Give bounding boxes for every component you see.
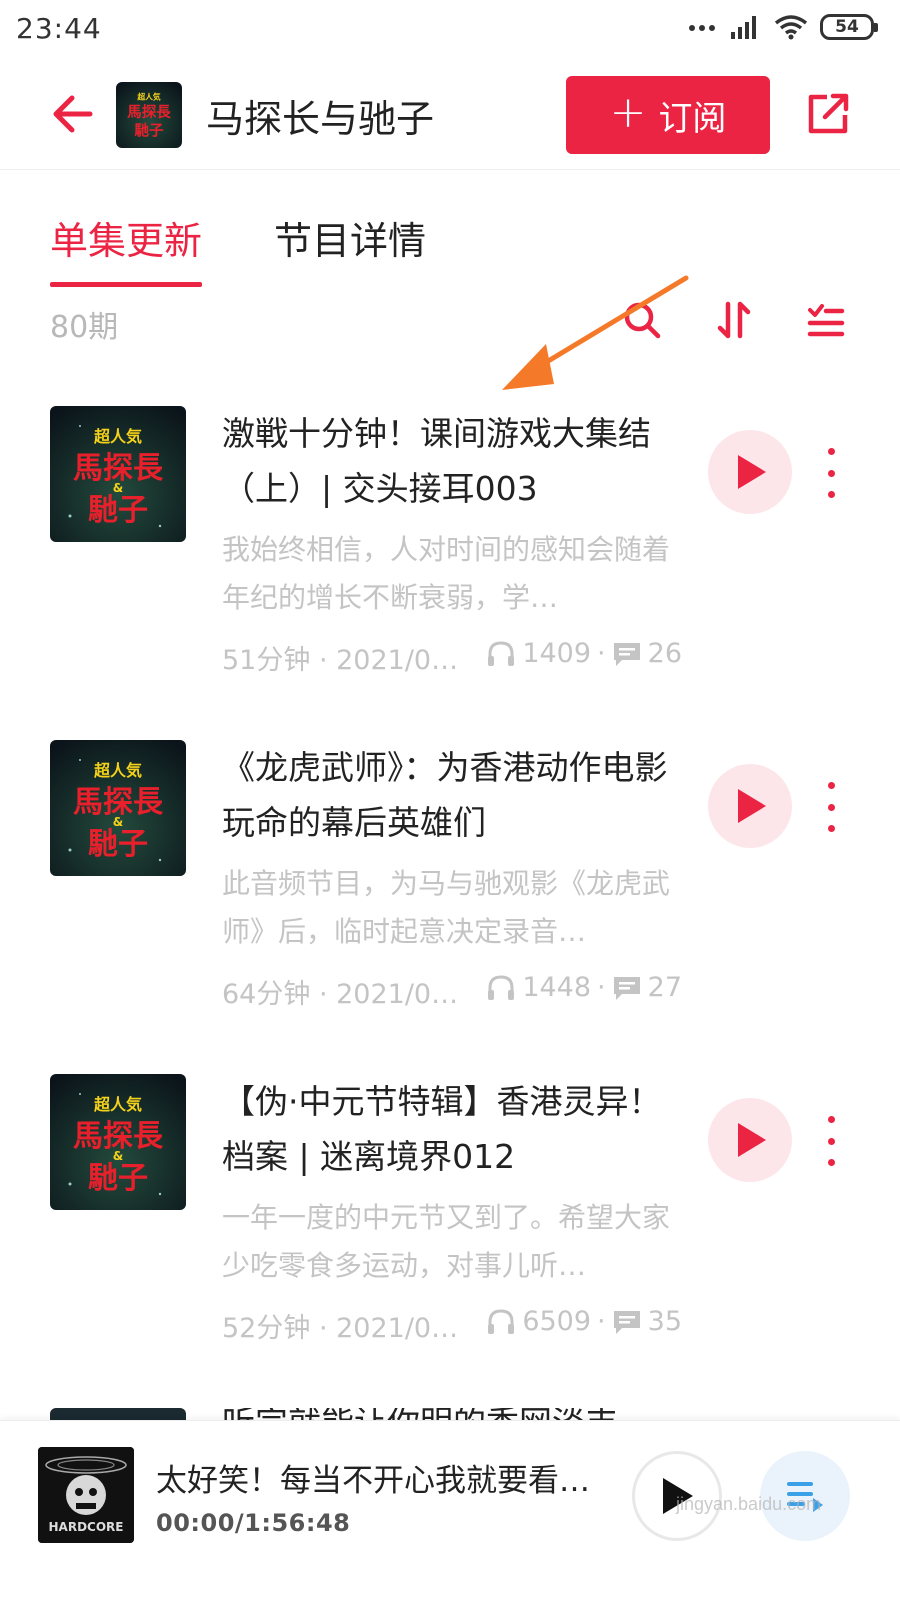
episode-duration-date: 51分钟 · 2021/0… [222, 645, 459, 676]
svg-text:馳子: 馳子 [88, 493, 148, 528]
episode-stats: 1448 · 27 [486, 972, 682, 1003]
episode-more-button[interactable] [818, 1116, 844, 1166]
separator-dot: · [597, 972, 606, 1003]
headphones-icon [488, 640, 515, 666]
tab-details[interactable]: 节目详情 [274, 210, 426, 265]
svg-text:超人気: 超人気 [93, 427, 142, 446]
play-icon [738, 1123, 766, 1157]
episode-item[interactable]: 超人気 馬探長 & 馳子 【伪·中元节特辑】香港灵异！档案 | 迷离境界012 … [0, 1074, 900, 1404]
status-icons: 54 [688, 14, 878, 40]
episode-description: 我始终相信，人对时间的感知会随着年纪的增长不断衰弱，学… [222, 533, 671, 614]
play-count: 1409 [522, 638, 592, 669]
list-toolbar: 80期 [0, 290, 900, 354]
episode-play-button[interactable] [708, 1098, 792, 1182]
tab-bar: 单集更新 节目详情 [0, 200, 900, 287]
episode-description: 此音频节目，为马与驰观影《龙虎武师》后，临时起意决定录音… [222, 867, 671, 948]
back-button[interactable] [44, 86, 100, 142]
sort-icon [717, 301, 751, 339]
comment-count: 35 [647, 1306, 682, 1337]
svg-text:馳子: 馳子 [134, 121, 164, 139]
battery-indicator: 54 [820, 14, 878, 40]
comment-icon [613, 642, 640, 666]
episode-cover: 超人気 馬探長 & 馳子 [50, 740, 186, 876]
episode-cover: 超人気 馬探長 & 馳子 [50, 1074, 186, 1210]
signal-icon [731, 16, 756, 39]
subscribe-label: 订阅 [658, 98, 727, 139]
checklist-icon [807, 304, 845, 337]
playback-time: 00:00/1:56:48 [156, 1509, 351, 1537]
hardcore-cover-art: HARDCORE [38, 1447, 134, 1543]
episode-play-button[interactable] [708, 764, 792, 848]
status-time: 23:44 [16, 12, 102, 45]
episode-meta: 52分钟 · 2021/0… 6509 · 35 [222, 1306, 692, 1344]
svg-text:超人気: 超人気 [136, 91, 161, 101]
now-playing-title: 太好笑！每当不开心我就要看… [156, 1463, 590, 1499]
annotation-arrow [502, 275, 689, 390]
play-count: 6509 [522, 1306, 592, 1337]
tab-episodes[interactable]: 单集更新 [50, 210, 203, 287]
episode-stats: 1409 · 26 [486, 638, 682, 669]
player-cover: HARDCORE [38, 1447, 134, 1543]
episode-meta: 51分钟 · 2021/0… 1409 · 26 [222, 638, 692, 676]
share-icon [808, 93, 849, 134]
episode-more-button[interactable] [818, 448, 844, 498]
play-icon [738, 455, 766, 489]
separator-dot: · [597, 1306, 606, 1337]
status-bar: 23:44 54 [0, 0, 900, 62]
play-icon [738, 789, 766, 823]
svg-text:超人気: 超人気 [93, 1095, 142, 1114]
wifi-icon [774, 15, 808, 40]
episode-title: 《龙虎武师》：为香港动作电影玩命的幕后英雄们 [222, 748, 668, 842]
batch-select-button[interactable] [802, 296, 850, 344]
watermark: jingyan.baidu.com [676, 1494, 822, 1514]
episode-duration-date: 52分钟 · 2021/0… [222, 1313, 459, 1344]
separator-dot: · [597, 638, 606, 669]
comment-count: 26 [647, 638, 682, 669]
episode-more-button[interactable] [818, 782, 844, 832]
episode-title: 激戦十分钟！课间游戏大集结（上）| 交头接耳003 [222, 414, 651, 508]
comment-icon [613, 976, 640, 1000]
headphones-icon [488, 974, 515, 1000]
cover-art: 超人気 馬探長 馳子 [116, 82, 182, 148]
subscribe-button[interactable]: + 订阅 [566, 76, 770, 154]
cover-art: 超人気 馬探長 & 馳子 [50, 740, 186, 876]
cover-art: 超人気 馬探長 & 馳子 [50, 406, 186, 542]
podcast-title: 马探长与驰子 [206, 97, 435, 141]
sort-button[interactable] [710, 296, 758, 344]
episode-count: 80期 [50, 310, 119, 345]
back-arrow-icon [53, 95, 93, 133]
episode-item[interactable]: 超人気 馬探長 & 馳子 《龙虎武师》：为香港动作电影玩命的幕后英雄们 此音频节… [0, 740, 900, 1070]
svg-text:馳子: 馳子 [88, 1161, 148, 1196]
episode-title: 【伪·中元节特辑】香港灵异！档案 | 迷离境界012 [222, 1082, 662, 1176]
comment-count: 27 [647, 972, 682, 1003]
svg-text:馳子: 馳子 [88, 827, 148, 862]
svg-text:HARDCORE: HARDCORE [49, 1520, 124, 1534]
episode-description: 一年一度的中元节又到了。希望大家少吃零食多运动，对事儿听… [222, 1201, 671, 1282]
header: 超人気 馬探長 馳子 马探长与驰子 + 订阅 [0, 62, 900, 170]
episode-item[interactable]: 超人気 馬探長 & 馳子 激戦十分钟！课间游戏大集结（上）| 交头接耳003 我… [0, 406, 900, 736]
episode-meta: 64分钟 · 2021/0… 1448 · 27 [222, 972, 692, 1010]
headphones-icon [488, 1308, 515, 1334]
play-count: 1448 [522, 972, 592, 1003]
svg-text:超人気: 超人気 [93, 761, 142, 780]
episode-stats: 6509 · 35 [486, 1306, 682, 1337]
cover-art: 超人気 馬探長 & 馳子 [50, 1074, 186, 1210]
dots-icon [689, 25, 715, 31]
share-button[interactable] [800, 86, 856, 142]
comment-icon [613, 1310, 640, 1334]
svg-text:馬探長: 馬探長 [127, 103, 171, 121]
plus-icon: + [609, 87, 647, 138]
episode-duration-date: 64分钟 · 2021/0… [222, 979, 459, 1010]
podcast-cover: 超人気 馬探長 馳子 [116, 82, 182, 148]
episode-play-button[interactable] [708, 430, 792, 514]
episode-cover: 超人気 馬探長 & 馳子 [50, 406, 186, 542]
